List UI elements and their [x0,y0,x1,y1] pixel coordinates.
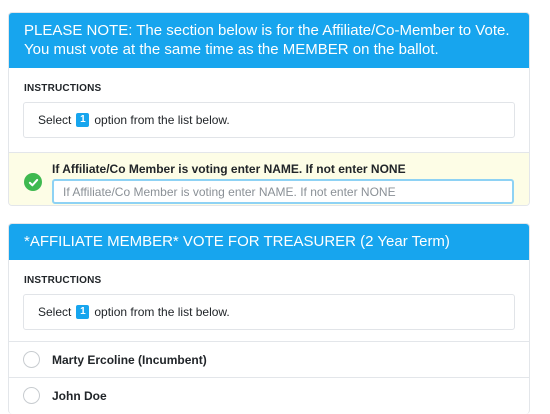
question-label: If Affiliate/Co Member is voting enter N… [52,162,406,176]
select-prefix: Select [38,113,72,127]
instructions-label: INSTRUCTIONS [24,275,102,286]
section-header: PLEASE NOTE: The section below is for th… [9,13,529,68]
instructions-box: Select 1 option from the list below. [23,102,515,138]
select-suffix: option from the list below. [94,113,230,127]
section-header: *AFFILIATE MEMBER* VOTE FOR TREASURER (2… [9,224,529,260]
instructions-box: Select 1 option from the list below. [23,294,515,330]
instructions-label: INSTRUCTIONS [24,83,102,94]
radio-button[interactable] [23,387,40,404]
select-suffix: option from the list below. [94,305,230,319]
radio-button[interactable] [23,351,40,368]
affiliate-name-question: If Affiliate/Co Member is voting enter N… [9,152,529,205]
treasurer-vote-card: *AFFILIATE MEMBER* VOTE FOR TREASURER (2… [8,223,530,414]
affiliate-name-input[interactable] [52,179,514,204]
check-circle-icon [24,173,42,191]
affiliate-note-card: PLEASE NOTE: The section below is for th… [8,12,530,206]
option-label: Marty Ercoline (Incumbent) [52,352,207,367]
vote-option[interactable]: John Doe [9,377,529,413]
select-count-badge: 1 [76,113,90,127]
option-label: John Doe [52,388,107,403]
select-count-badge: 1 [76,305,90,319]
vote-option[interactable]: Marty Ercoline (Incumbent) [9,341,529,377]
select-prefix: Select [38,305,72,319]
